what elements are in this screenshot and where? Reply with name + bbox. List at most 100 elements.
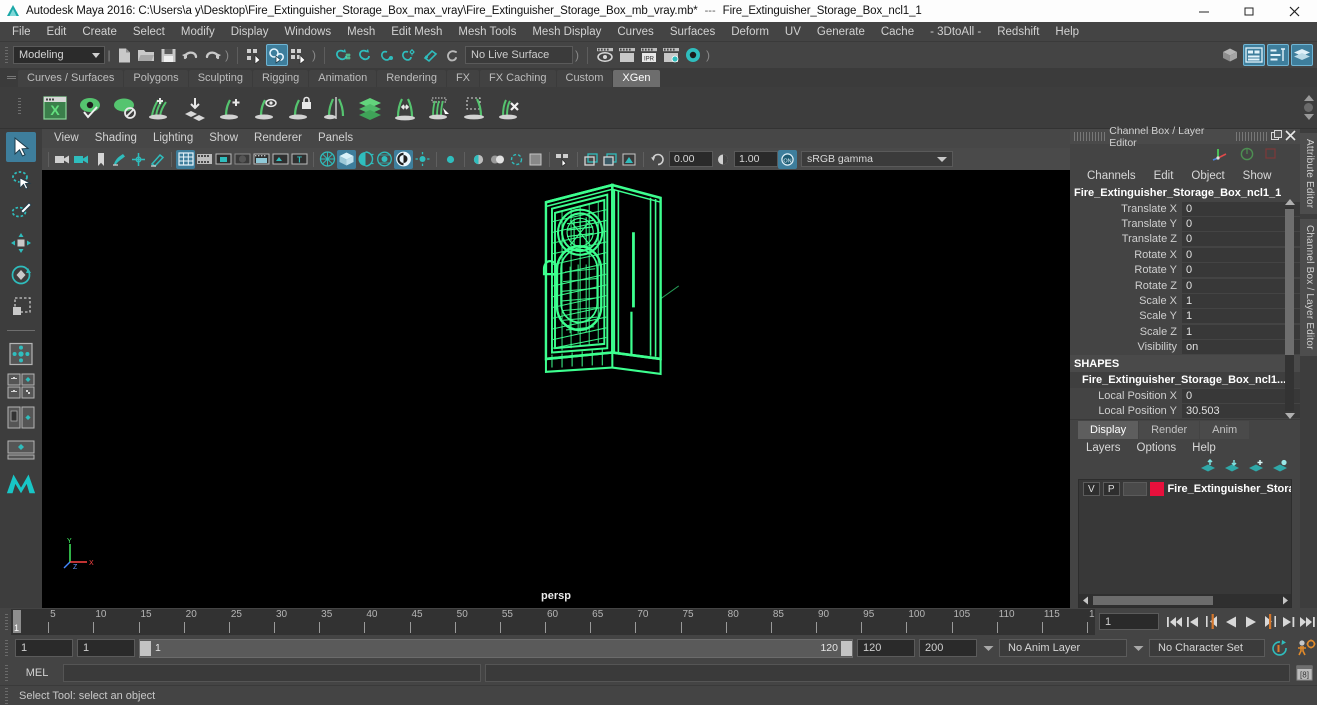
command-language-label[interactable]: MEL bbox=[15, 667, 59, 679]
auto-keyframe-icon[interactable] bbox=[1269, 637, 1291, 659]
render-sequence-icon[interactable] bbox=[616, 44, 638, 66]
channel-row-translate-x[interactable]: Translate X 0 bbox=[1070, 201, 1300, 216]
time-cursor[interactable]: 1 bbox=[13, 609, 21, 633]
time-slider[interactable]: 1 5 10 15 20 25 30 35 40 45 50 55 60 65 70 75 80 85 90 95 1… bbox=[11, 608, 1095, 635]
disable-preview-icon[interactable] bbox=[107, 90, 142, 126]
hscrollbar-thumb[interactable] bbox=[1093, 596, 1213, 605]
layer-color-swatch[interactable] bbox=[1149, 482, 1165, 497]
undo-icon[interactable] bbox=[179, 44, 201, 66]
attr-value[interactable]: 0 bbox=[1182, 247, 1300, 262]
xray-active-components-icon[interactable] bbox=[620, 150, 639, 169]
select-by-component-icon[interactable] bbox=[288, 44, 310, 66]
scroll-down-icon[interactable] bbox=[1284, 412, 1295, 419]
show-hide-channel-box-icon[interactable] bbox=[1291, 44, 1313, 66]
channel-row-local-position-x[interactable]: Local Position X 0 bbox=[1070, 388, 1300, 403]
viewport-menu-view[interactable]: View bbox=[46, 129, 87, 148]
panel-grip-right[interactable] bbox=[1235, 132, 1267, 141]
snap-to-projected-center-icon[interactable] bbox=[397, 44, 419, 66]
snap-to-grid-icon[interactable] bbox=[331, 44, 353, 66]
attr-value[interactable]: 0 bbox=[1182, 388, 1300, 403]
shelf-scroll-up-icon[interactable] bbox=[1303, 95, 1314, 101]
camera-attributes-icon[interactable] bbox=[72, 150, 91, 169]
panel-grip-left[interactable] bbox=[1074, 132, 1106, 141]
mirror-guides-icon[interactable] bbox=[317, 90, 352, 126]
menu-windows[interactable]: Windows bbox=[276, 22, 339, 42]
scroll-left-icon[interactable] bbox=[1079, 594, 1092, 607]
close-button[interactable] bbox=[1272, 0, 1317, 22]
command-input[interactable] bbox=[63, 664, 481, 682]
preview-refresh-icon[interactable] bbox=[72, 90, 107, 126]
shelf-grip-2[interactable] bbox=[2, 90, 37, 126]
gamma-value[interactable]: 1.00 bbox=[734, 151, 778, 167]
new-layer-from-selected-icon[interactable] bbox=[1272, 459, 1288, 476]
step-back-frame-icon[interactable] bbox=[1203, 612, 1222, 631]
channel-row-rotate-y[interactable]: Rotate Y 0 bbox=[1070, 263, 1300, 278]
shape-node-name[interactable]: Fire_Extinguisher_Storage_Box_ncl1... bbox=[1070, 371, 1300, 388]
menu-mesh[interactable]: Mesh bbox=[339, 22, 383, 42]
script-editor-icon[interactable]: [8] bbox=[1294, 664, 1314, 682]
help-line-grip[interactable] bbox=[2, 685, 11, 705]
tab-display[interactable]: Display bbox=[1078, 420, 1139, 439]
channel-box-scrollbar[interactable] bbox=[1284, 199, 1295, 419]
guide-visibility-icon[interactable] bbox=[247, 90, 282, 126]
depth-of-field-icon[interactable] bbox=[507, 150, 526, 169]
attr-value[interactable]: 0 bbox=[1182, 232, 1300, 247]
attr-value[interactable]: 0 bbox=[1182, 263, 1300, 278]
range-start-field[interactable]: 1 bbox=[77, 639, 135, 657]
make-live-icon[interactable] bbox=[441, 44, 463, 66]
attr-value[interactable]: 0 bbox=[1182, 217, 1300, 232]
current-frame-field[interactable]: 1 bbox=[1099, 613, 1159, 630]
lock-guide-icon[interactable] bbox=[282, 90, 317, 126]
shelf-tab-xgen[interactable]: XGen bbox=[613, 70, 660, 87]
channel-box-menu-edit[interactable]: Edit bbox=[1145, 170, 1183, 182]
menu-redshift[interactable]: Redshift bbox=[989, 22, 1047, 42]
ipr-render-icon[interactable]: IPR bbox=[638, 44, 660, 66]
move-layer-down-icon[interactable] bbox=[1224, 459, 1240, 476]
shelf-tab-fx-caching[interactable]: FX Caching bbox=[480, 70, 556, 87]
viewport-menu-panels[interactable]: Panels bbox=[310, 129, 361, 148]
animation-preferences-icon[interactable] bbox=[1295, 637, 1317, 659]
statusline-grip[interactable] bbox=[2, 44, 11, 66]
character-set-dropdown-icon[interactable] bbox=[1131, 639, 1145, 657]
channel-row-rotate-z[interactable]: Rotate Z 0 bbox=[1070, 278, 1300, 293]
menu-generate[interactable]: Generate bbox=[809, 22, 873, 42]
layer-visibility-toggle[interactable]: V bbox=[1083, 482, 1100, 497]
menu-curves[interactable]: Curves bbox=[609, 22, 661, 42]
layer-row[interactable]: V P Fire_Extinguisher_Storag bbox=[1079, 480, 1291, 497]
attr-value[interactable]: 1 bbox=[1182, 309, 1300, 324]
shelf-tab-curves-surfaces[interactable]: Curves / Surfaces bbox=[18, 70, 124, 87]
character-set-field[interactable]: No Character Set bbox=[1149, 639, 1265, 657]
resolution-gate-icon[interactable] bbox=[214, 150, 233, 169]
menu-modify[interactable]: Modify bbox=[173, 22, 223, 42]
menu-mesh-display[interactable]: Mesh Display bbox=[524, 22, 609, 42]
image-plane-icon[interactable] bbox=[110, 150, 129, 169]
channel-row-translate-y[interactable]: Translate Y 0 bbox=[1070, 216, 1300, 232]
step-forward-frame-icon[interactable] bbox=[1260, 612, 1279, 631]
ambient-occlusion-icon[interactable] bbox=[469, 150, 488, 169]
delete-guides-icon[interactable] bbox=[492, 90, 527, 126]
shelf-tab-polygons[interactable]: Polygons bbox=[124, 70, 188, 87]
layer-name[interactable]: Fire_Extinguisher_Storag bbox=[1167, 483, 1291, 495]
channel-row-scale-z[interactable]: Scale Z 1 bbox=[1070, 324, 1300, 339]
side-tab-attribute-editor[interactable]: Attribute Editor bbox=[1300, 133, 1317, 215]
menu-3dtoall[interactable]: - 3DtoAll - bbox=[922, 22, 989, 42]
isolate-select-icon[interactable] bbox=[554, 150, 573, 169]
anim-layer-dropdown-icon[interactable] bbox=[981, 639, 995, 657]
channel-row-translate-z[interactable]: Translate Z 0 bbox=[1070, 232, 1300, 247]
menu-set-selector[interactable]: Modeling bbox=[13, 46, 105, 64]
render-current-frame-icon[interactable] bbox=[594, 44, 616, 66]
film-gate-icon[interactable] bbox=[195, 150, 214, 169]
exposure-value[interactable]: 0.00 bbox=[669, 151, 713, 167]
wireframe-icon[interactable] bbox=[318, 150, 337, 169]
color-management-selector[interactable]: sRGB gamma bbox=[801, 151, 953, 167]
attr-value[interactable]: on bbox=[1182, 340, 1300, 355]
bookmark-icon[interactable] bbox=[91, 150, 110, 169]
attr-value[interactable]: 1 bbox=[1182, 294, 1300, 309]
xray-icon[interactable] bbox=[252, 150, 271, 169]
hypershade-icon[interactable] bbox=[682, 44, 704, 66]
persp-outliner-layout-icon[interactable] bbox=[5, 435, 37, 465]
menu-mesh-tools[interactable]: Mesh Tools bbox=[450, 22, 524, 42]
shelf-grip[interactable] bbox=[4, 68, 18, 87]
step-back-keyframe-icon[interactable] bbox=[1184, 612, 1203, 631]
redo-icon[interactable] bbox=[201, 44, 223, 66]
